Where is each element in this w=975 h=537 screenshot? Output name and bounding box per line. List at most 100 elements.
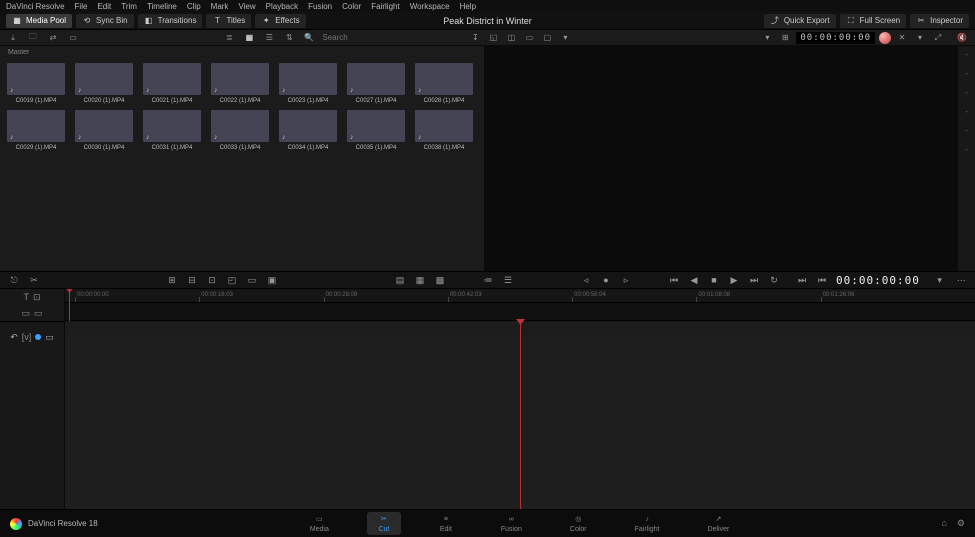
timeline-dots-button[interactable]: ⋯ [953,273,969,287]
search-input[interactable] [322,33,462,42]
clip-item[interactable]: C0027 (1).MP4 [346,63,406,104]
next-edit-button[interactable]: ⏮ [814,273,830,287]
project-settings-button[interactable]: ⚙ [957,518,965,529]
marker-next-button[interactable]: ▹ [618,273,634,287]
safe-area-button[interactable]: ⊞ [778,31,792,45]
menu-edit[interactable]: Edit [97,2,111,11]
clip-item[interactable]: C0020 (1).MP4 [74,63,134,104]
menu-clip[interactable]: Clip [187,2,201,11]
menu-playback[interactable]: Playback [266,2,298,11]
full-screen-button[interactable]: ⛶ Full Screen [840,14,906,28]
boring-detector-button[interactable]: ⎋ [6,273,22,287]
clip-item[interactable]: C0033 (1).MP4 [210,110,270,151]
clip-item[interactable]: C0029 (1).MP4 [6,110,66,151]
sort-order-button[interactable]: ↧ [468,31,482,45]
menu-view[interactable]: View [238,2,255,11]
audio-mute-button[interactable]: 🔇 [955,31,969,45]
step-back-button[interactable]: ◀ [686,273,702,287]
loop-button[interactable]: ↻ [766,273,782,287]
viewer-aspect-button[interactable]: ▢ [540,31,554,45]
home-button[interactable]: ⌂ [941,518,946,529]
strip-view-button[interactable]: ☰ [262,31,276,45]
resolution-dropdown[interactable]: ▾ [760,31,774,45]
clip-item[interactable]: C0035 (1).MP4 [346,110,406,151]
source-overwrite-button[interactable]: ▣ [264,273,280,287]
clip-item[interactable]: C0031 (1).MP4 [142,110,202,151]
upper-track-lane[interactable] [65,303,975,321]
clip-item[interactable]: C0028 (1).MP4 [414,63,474,104]
menu-workspace[interactable]: Workspace [410,2,450,11]
timeline-view-medium[interactable]: ▦ [412,273,428,287]
media-pool-toggle[interactable]: ▦ Media Pool [6,14,72,28]
clip-item[interactable]: C0019 (1).MP4 [6,63,66,104]
page-tab-deliver[interactable]: ↗Deliver [698,512,740,535]
page-tab-color[interactable]: ◎Color [560,512,597,535]
sync-bin-toggle[interactable]: ⟲ Sync Bin [76,14,134,28]
page-tab-media[interactable]: ▭Media [300,512,339,535]
list-view-button[interactable]: ≣ [222,31,236,45]
clip-item[interactable]: C0023 (1).MP4 [278,63,338,104]
inspector-toggle[interactable]: ✂ Inspector [910,14,969,28]
jump-end-button[interactable]: ⏭ [794,273,810,287]
menu-fusion[interactable]: Fusion [308,2,332,11]
page-tab-edit[interactable]: ≡Edit [429,512,463,535]
page-tab-fusion[interactable]: ∞Fusion [491,512,532,535]
clip-item[interactable]: C0022 (1).MP4 [210,63,270,104]
clip-item[interactable]: C0021 (1).MP4 [142,63,202,104]
clip-item[interactable]: C0030 (1).MP4 [74,110,134,151]
menu-fairlight[interactable]: Fairlight [371,2,399,11]
timeline-view-small[interactable]: ▤ [392,273,408,287]
split-clip-button[interactable]: ✂ [26,273,42,287]
effects-toggle[interactable]: ✦ Effects [255,14,305,28]
viewer-canvas[interactable] [485,46,957,271]
clip-item[interactable]: C0038 (1).MP4 [414,110,474,151]
titles-toggle[interactable]: T Titles [206,14,251,28]
sync-button[interactable]: ⇄ [46,31,60,45]
user-avatar[interactable] [879,32,891,44]
viewer-mode-3[interactable]: ▭ [522,31,536,45]
marker-prev-button[interactable]: ◃ [578,273,594,287]
timeline-view-large[interactable]: ▩ [432,273,448,287]
smart-insert-button[interactable]: ⊞ [164,273,180,287]
viewer-dropdown-2[interactable]: ▾ [913,31,927,45]
page-tab-cut[interactable]: ✂Cut [367,512,401,535]
expand-viewer-button[interactable]: ⤢ [931,31,945,45]
timeline-timecode[interactable]: 00:00:00:00 [836,274,920,287]
menu-davinci-resolve[interactable]: DaVinci Resolve [6,2,65,11]
viewer-dropdown[interactable]: ▾ [558,31,572,45]
import-folder-button[interactable]: 🗀 [26,31,40,45]
playhead-lower[interactable] [520,321,521,509]
ripple-overwrite-button[interactable]: ⊡ [204,273,220,287]
clip-item[interactable]: C0034 (1).MP4 [278,110,338,151]
stop-button[interactable]: ■ [706,273,722,287]
menu-color[interactable]: Color [342,2,361,11]
menu-mark[interactable]: Mark [211,2,229,11]
play-button[interactable]: ▶ [726,273,742,287]
close-up-button[interactable]: ◰ [224,273,240,287]
timeline-tracks[interactable]: 00:00:00:0000:00:16:0300:00:28:0900:00:4… [65,289,975,509]
page-tab-fairlight[interactable]: ♪Fairlight [625,512,670,535]
step-forward-button[interactable]: ⏭ [746,273,762,287]
timecode-menu-button[interactable]: ▾ [932,273,948,287]
viewer-mode-2[interactable]: ◫ [504,31,518,45]
sort-button[interactable]: ⇅ [282,31,296,45]
bin-breadcrumb[interactable]: Master [0,46,484,59]
track-lock-button[interactable]: ↶ [10,332,18,343]
sync-lock-icon[interactable]: ⊡ [33,292,41,303]
playhead-upper[interactable] [69,289,70,321]
audio-track-toggle[interactable]: ▭ [34,308,43,319]
import-media-button[interactable]: ⤓ [6,31,20,45]
track-color-dot[interactable] [35,334,41,340]
timeline-options-button[interactable]: ≔ [480,273,496,287]
track-view-button[interactable]: ▭ [45,332,54,343]
timeline-menu-button[interactable]: ☰ [500,273,516,287]
lock-all-icon[interactable]: T [23,292,29,302]
upper-ruler[interactable]: 00:00:00:0000:00:16:0300:00:28:0900:00:4… [65,289,975,303]
transitions-toggle[interactable]: ◧ Transitions [138,14,203,28]
quick-export-button[interactable]: ⤴ Quick Export [764,14,836,28]
menu-file[interactable]: File [75,2,88,11]
menu-timeline[interactable]: Timeline [147,2,177,11]
viewer-mode-1[interactable]: ◱ [486,31,500,45]
menu-trim[interactable]: Trim [121,2,137,11]
bypass-button[interactable]: ✕ [895,31,909,45]
